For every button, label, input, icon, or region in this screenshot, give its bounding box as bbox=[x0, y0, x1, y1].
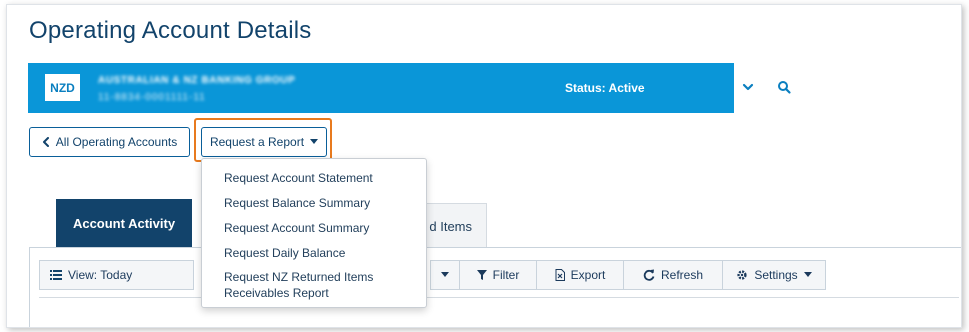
page-title: Operating Account Details bbox=[29, 17, 312, 44]
caret-down-icon bbox=[803, 272, 812, 277]
request-report-button[interactable]: Request a Report bbox=[201, 127, 327, 157]
filter-label: Filter bbox=[492, 268, 520, 282]
tab-account-activity[interactable]: Account Activity bbox=[56, 199, 192, 248]
report-dropdown-menu: Request Account Statement Request Balanc… bbox=[201, 158, 427, 308]
search-account-button[interactable] bbox=[776, 79, 792, 95]
search-icon bbox=[778, 81, 791, 94]
filter-icon bbox=[476, 270, 487, 280]
caret-down-icon bbox=[310, 139, 319, 144]
expand-account-button[interactable] bbox=[740, 79, 756, 95]
refresh-button[interactable]: Refresh bbox=[623, 260, 723, 290]
list-icon bbox=[50, 270, 62, 280]
chevron-down-icon bbox=[742, 83, 754, 91]
report-button-label: Request a Report bbox=[209, 135, 305, 149]
app-window: Operating Account Details NZD AUSTRALIAN… bbox=[6, 4, 962, 328]
menu-item-account-statement[interactable]: Request Account Statement bbox=[224, 170, 373, 186]
account-name: AUSTRALIAN & NZ BANKING GROUP bbox=[98, 75, 296, 86]
settings-button[interactable]: Settings bbox=[722, 260, 826, 290]
account-number: 11-8834-0001111-11 bbox=[98, 92, 206, 103]
currency-badge: NZD bbox=[45, 74, 80, 101]
chevron-left-icon bbox=[42, 137, 49, 147]
menu-item-nz-returned-items[interactable]: Request NZ Returned Items Receivables Re… bbox=[224, 269, 414, 301]
refresh-label: Refresh bbox=[660, 268, 704, 282]
export-icon bbox=[555, 269, 565, 281]
account-bar-controls bbox=[734, 63, 794, 113]
all-operating-accounts-button[interactable]: All Operating Accounts bbox=[29, 127, 190, 157]
export-button[interactable]: Export bbox=[536, 260, 624, 290]
account-selector-bar[interactable]: NZD AUSTRALIAN & NZ BANKING GROUP 11-883… bbox=[28, 63, 742, 113]
filter-button[interactable]: Filter bbox=[459, 260, 537, 290]
menu-item-daily-balance[interactable]: Request Daily Balance bbox=[224, 245, 345, 261]
view-label: View: Today bbox=[68, 268, 133, 282]
caret-down-icon bbox=[441, 272, 449, 277]
view-selector-button[interactable]: View: Today bbox=[39, 260, 194, 290]
activity-grid-area bbox=[39, 297, 959, 327]
group-dropdown-button[interactable] bbox=[430, 260, 460, 290]
menu-item-balance-summary[interactable]: Request Balance Summary bbox=[224, 195, 370, 211]
menu-item-account-summary[interactable]: Request Account Summary bbox=[224, 220, 369, 236]
account-status: Status: Active bbox=[565, 81, 645, 95]
settings-label: Settings bbox=[754, 268, 798, 282]
refresh-icon bbox=[643, 269, 655, 281]
export-label: Export bbox=[570, 268, 606, 282]
back-button-label: All Operating Accounts bbox=[55, 135, 178, 149]
gear-icon bbox=[737, 270, 747, 280]
